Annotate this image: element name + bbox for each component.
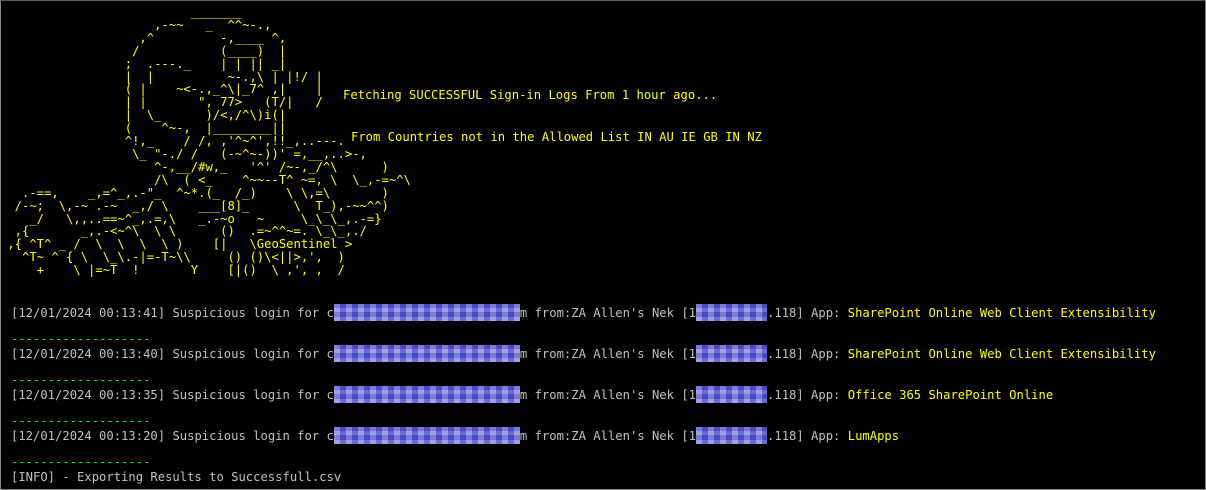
redacted-ip	[696, 427, 768, 444]
log-message: Suspicious login for	[172, 429, 320, 443]
log-timestamp: [12/01/2024 00:13:35]	[11, 388, 166, 402]
log-user-last: m	[519, 429, 528, 443]
log-ip-tail: .118]	[767, 388, 804, 402]
log-message: Suspicious login for	[172, 347, 320, 361]
log-app-name: LumApps	[847, 429, 900, 443]
redacted-ip	[696, 304, 768, 321]
log-timestamp: [12/01/2024 00:13:41]	[11, 306, 166, 320]
log-app-name: SharePoint Online Web Client Extensibili…	[847, 306, 1156, 320]
log-location: from:ZA Allen's Nek	[534, 306, 674, 320]
redacted-username	[333, 386, 520, 403]
log-ip-tail: .118]	[767, 429, 804, 443]
log-user-last: m	[519, 347, 528, 361]
log-entry: [12/01/2024 00:13:35] Suspicious login f…	[11, 386, 1054, 403]
log-app-label: App:	[811, 388, 841, 402]
log-app-label: App:	[811, 429, 841, 443]
fetch-header-line-1: Fetching SUCCESSFUL Sign-in Logs From 1 …	[343, 88, 718, 102]
log-app-name: SharePoint Online Web Client Extensibili…	[847, 347, 1156, 361]
log-user-last: m	[519, 306, 528, 320]
log-ip-open: [1	[681, 388, 697, 402]
log-user-last: m	[519, 388, 528, 402]
log-message: Suspicious login for	[172, 388, 320, 402]
log-user-first: c	[326, 306, 334, 320]
fetch-header-line-2: From Countries not in the Allowed List I…	[351, 130, 762, 144]
log-user-first: c	[326, 347, 334, 361]
fetch-header: Fetching SUCCESSFUL Sign-in Logs From 1 …	[343, 60, 762, 158]
log-app-label: App:	[811, 347, 841, 361]
log-separator: -------------------	[11, 373, 151, 387]
redacted-ip	[696, 386, 768, 403]
redacted-username	[333, 304, 520, 321]
log-app-label: App:	[811, 306, 841, 320]
log-separator: -------------------	[11, 414, 151, 428]
log-app-name: Office 365 SharePoint Online	[847, 388, 1054, 402]
log-location: from:ZA Allen's Nek	[534, 429, 674, 443]
log-ip-open: [1	[681, 347, 697, 361]
log-message: Suspicious login for	[172, 306, 320, 320]
log-user-first: c	[326, 388, 334, 402]
log-timestamp: [12/01/2024 00:13:20]	[11, 429, 166, 443]
log-ip-open: [1	[681, 306, 697, 320]
redacted-username	[333, 345, 520, 362]
log-ip-tail: .118]	[767, 306, 804, 320]
log-entry: [12/01/2024 00:13:41] Suspicious login f…	[11, 304, 1156, 321]
log-ip-tail: .118]	[767, 347, 804, 361]
log-separator: -------------------	[11, 455, 151, 469]
log-location: from:ZA Allen's Nek	[534, 388, 674, 402]
info-export-line: [INFO] - Exporting Results to Successful…	[11, 470, 342, 484]
redacted-username	[333, 427, 520, 444]
log-user-first: c	[326, 429, 334, 443]
redacted-ip	[696, 345, 768, 362]
log-timestamp: [12/01/2024 00:13:40]	[11, 347, 166, 361]
log-entry: [12/01/2024 00:13:20] Suspicious login f…	[11, 427, 900, 444]
log-separator: -------------------	[11, 332, 151, 346]
log-ip-open: [1	[681, 429, 697, 443]
log-entry: [12/01/2024 00:13:40] Suspicious login f…	[11, 345, 1156, 362]
log-location: from:ZA Allen's Nek	[534, 347, 674, 361]
